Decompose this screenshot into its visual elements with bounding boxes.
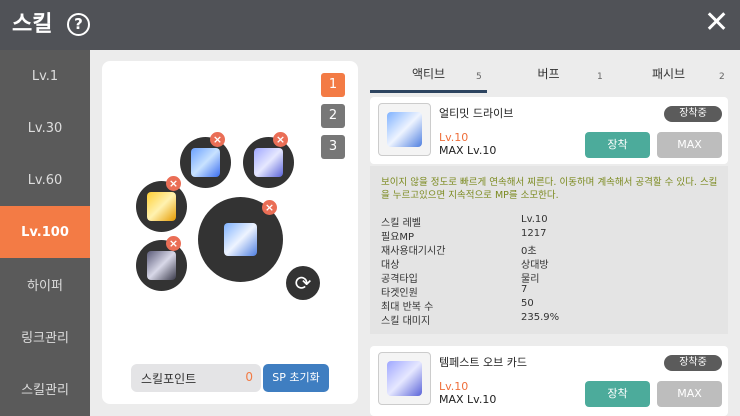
stat-row: 최대 반복 수 50 <box>381 298 534 313</box>
equip-button[interactable]: 장착 <box>585 381 650 407</box>
skill-max-level: MAX Lv.10 <box>439 393 497 406</box>
skill-node-top-right[interactable] <box>243 137 294 188</box>
remove-icon[interactable]: × <box>166 176 181 191</box>
skill-detail-panel: 보이지 않을 정도로 빠르게 연속해서 찌른다. 이동하며 계속해서 공격할 수… <box>370 166 728 334</box>
skill-image <box>147 192 176 221</box>
stat-row: 스킬 대미지 235.9% <box>381 312 560 327</box>
skill-image <box>191 148 220 177</box>
skill-points-label: 스킬포인트 <box>141 372 197 386</box>
skill-icon <box>378 352 431 405</box>
tab-buff[interactable]: 버프 1 <box>490 61 607 93</box>
stat-row: 대상 상대방 <box>381 260 549 271</box>
remove-icon[interactable]: × <box>166 236 181 251</box>
skill-points-box: 스킬포인트 0 <box>131 364 261 392</box>
tab-count: 2 <box>719 72 725 82</box>
skill-max-level: MAX Lv.10 <box>439 144 497 157</box>
tab-active[interactable]: 액티브 5 <box>370 61 487 93</box>
skill-card-ultimate-drive[interactable]: 얼티밋 드라이브 Lv.10 MAX Lv.10 장착중 장착 MAX <box>370 97 728 164</box>
sidebar-item-lv60[interactable]: Lv.60 <box>0 154 90 206</box>
sidebar-item-link-manage[interactable]: 링크관리 <box>0 310 90 362</box>
skill-image <box>147 251 176 280</box>
skill-tabs: 액티브 5 버프 1 패시브 2 <box>370 61 728 93</box>
stat-row: 타겟인원 7 <box>381 284 528 299</box>
sidebar-item-hyper[interactable]: 하이퍼 <box>0 258 90 310</box>
sidebar-item-lv100[interactable]: Lv.100 <box>0 206 90 258</box>
skill-name: 얼티밋 드라이브 <box>439 107 514 120</box>
top-bar: 스킬 ? ✕ <box>0 0 740 50</box>
equipped-badge: 장착중 <box>664 106 722 122</box>
tab-label: 버프 <box>537 67 560 81</box>
equip-button[interactable]: 장착 <box>585 132 650 158</box>
max-button[interactable]: MAX <box>657 132 722 158</box>
tab-label: 액티브 <box>411 67 446 81</box>
remove-icon[interactable]: × <box>273 132 288 147</box>
page-title: 스킬 <box>12 12 53 37</box>
skill-description: 보이지 않을 정도로 빠르게 연속해서 찌른다. 이동하며 계속해서 공격할 수… <box>381 177 718 201</box>
preset-2-button[interactable]: 2 <box>321 104 345 128</box>
tab-underline <box>370 90 487 93</box>
skill-points-value: 0 <box>245 370 253 384</box>
skill-node-left-upper[interactable] <box>136 181 187 232</box>
skill-node-top-left[interactable] <box>180 137 231 188</box>
stat-row: 필요MP 1217 <box>381 228 547 243</box>
tab-label: 패시브 <box>651 67 686 81</box>
skill-icon <box>378 103 431 156</box>
tab-count: 1 <box>597 72 603 82</box>
preset-1-button[interactable]: 1 <box>321 73 345 97</box>
close-icon[interactable]: ✕ <box>704 8 729 38</box>
skill-image <box>254 148 283 177</box>
sp-reset-button[interactable]: SP 초기화 <box>263 364 329 392</box>
max-button[interactable]: MAX <box>657 381 722 407</box>
stat-row: 공격타입 물리 <box>381 274 540 285</box>
remove-icon[interactable]: × <box>210 132 225 147</box>
stat-row: 재사용대기시간 0초 <box>381 246 537 257</box>
remove-icon[interactable]: × <box>262 200 277 215</box>
preset-3-button[interactable]: 3 <box>321 135 345 159</box>
tab-passive[interactable]: 패시브 2 <box>610 61 727 93</box>
sidebar-item-lv30[interactable]: Lv.30 <box>0 102 90 154</box>
refresh-icon[interactable]: ⟳ <box>286 266 320 300</box>
skill-level: Lv.10 <box>439 131 469 144</box>
sidebar: Lv.1 Lv.30 Lv.60 Lv.100 하이퍼 링크관리 스킬관리 <box>0 50 90 416</box>
skill-level: Lv.10 <box>439 380 469 393</box>
stat-row: 스킬 레벨 Lv.10 <box>381 214 548 229</box>
sidebar-item-skill-manage[interactable]: 스킬관리 <box>0 362 90 414</box>
skill-card-tempest-of-card[interactable]: 템페스트 오브 카드 Lv.10 MAX Lv.10 장착중 장착 MAX <box>370 346 728 416</box>
tab-count: 5 <box>476 72 482 82</box>
skill-image <box>224 223 257 256</box>
sidebar-item-lv1[interactable]: Lv.1 <box>0 50 90 102</box>
skill-name: 템페스트 오브 카드 <box>439 356 527 369</box>
help-icon[interactable]: ? <box>67 13 90 36</box>
skill-stats: 스킬 레벨 Lv.10 필요MP 1217 재사용대기시간 0초 대상 상대방 공격타입… <box>381 214 721 327</box>
equipped-badge: 장착중 <box>664 355 722 371</box>
